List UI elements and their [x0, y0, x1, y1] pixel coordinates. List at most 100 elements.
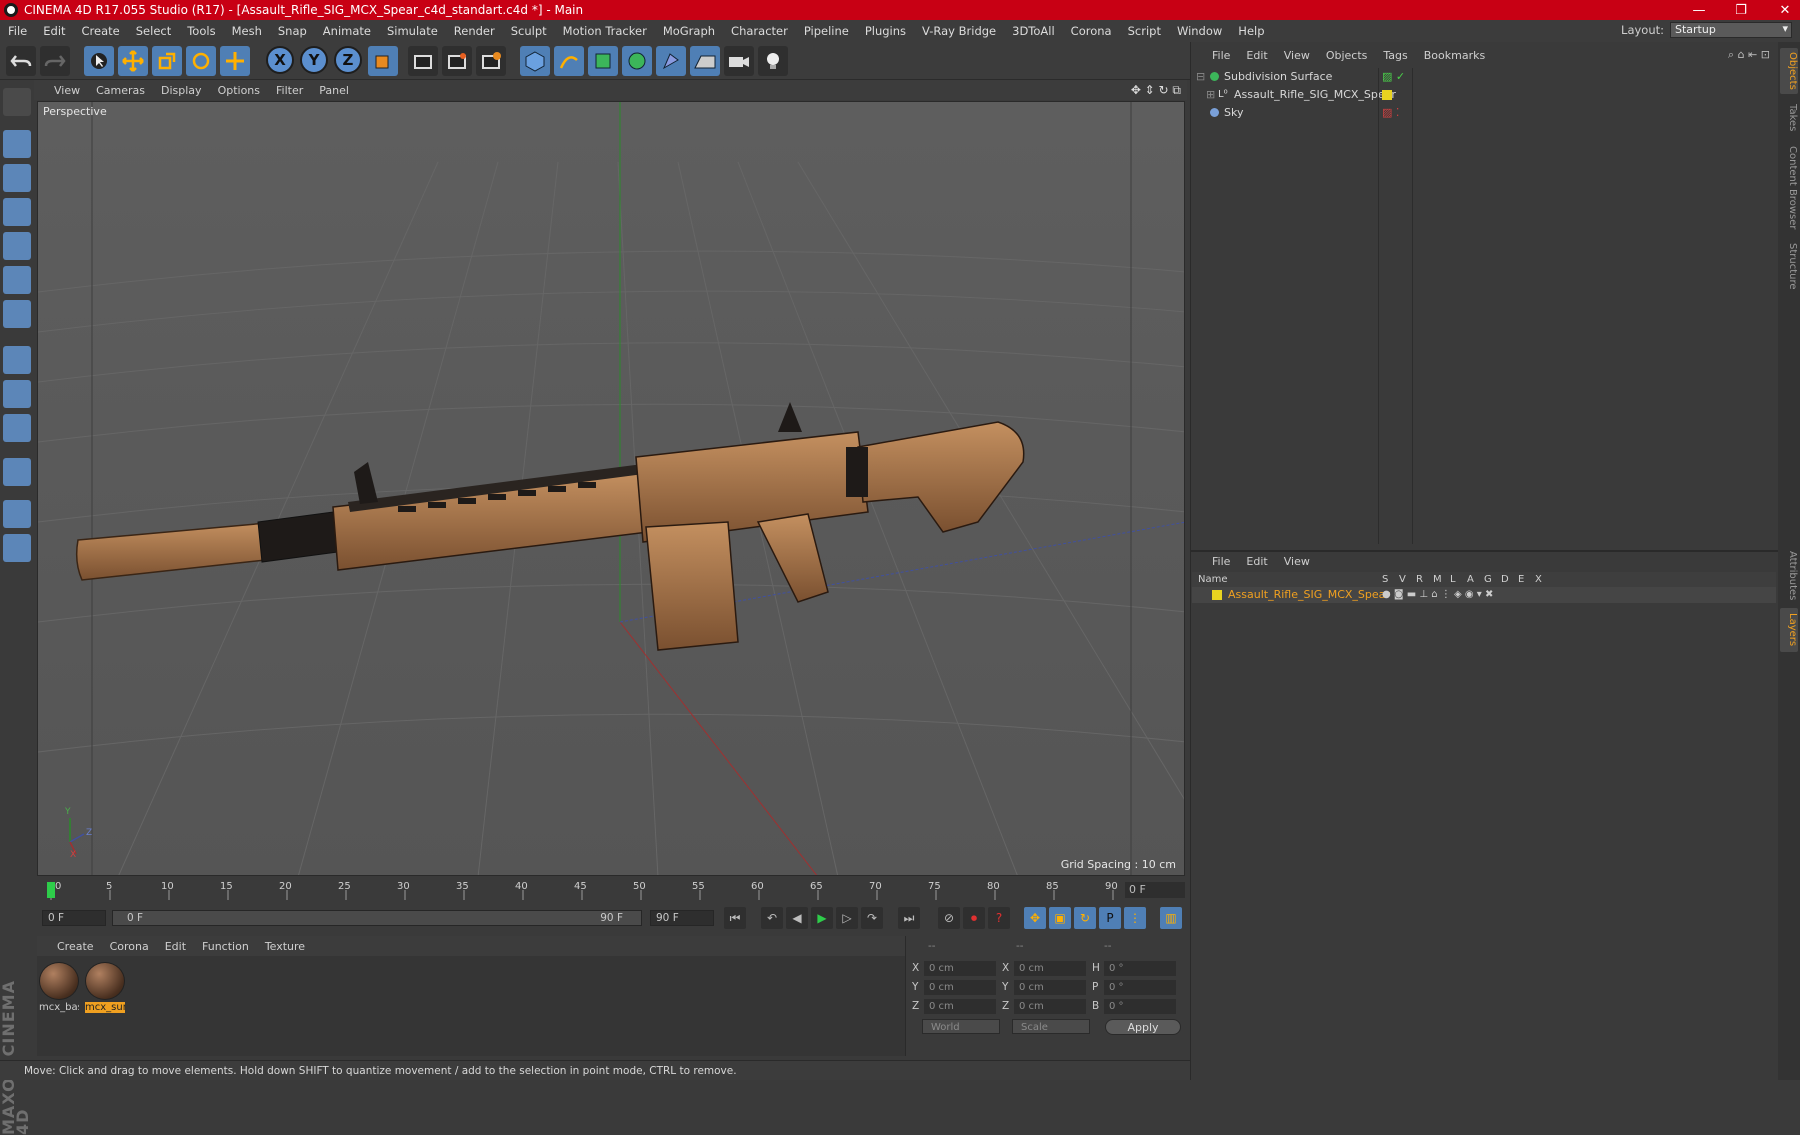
redo-icon[interactable] [40, 46, 70, 76]
close-button[interactable]: ✕ [1762, 0, 1800, 20]
key-rotation-icon[interactable]: ↻ [1074, 907, 1096, 929]
menu-vray-bridge[interactable]: V-Ray Bridge [914, 24, 1004, 38]
material-menu-corona[interactable]: Corona [102, 940, 157, 953]
object-row[interactable]: Sky ▨ ⁚ [1192, 104, 1776, 122]
layer-flag-icons[interactable]: ● ◙ ▬ ⊥ ⌂ ⋮ ◈ ◉ ▾ ✖ [1382, 587, 1493, 603]
coord-pos-x-field[interactable]: 0 cm [924, 961, 996, 976]
floor-icon[interactable] [690, 46, 720, 76]
go-to-end-icon[interactable]: ⏭ [898, 907, 920, 929]
material-menu-create[interactable]: Create [49, 940, 102, 953]
live-selection-icon[interactable] [220, 46, 250, 76]
menu-corona[interactable]: Corona [1063, 24, 1120, 38]
menu-file[interactable]: File [0, 24, 35, 38]
rotate-tool-icon[interactable] [186, 46, 216, 76]
menu-tools[interactable]: Tools [179, 24, 223, 38]
tab-layers[interactable]: Layers [1780, 608, 1798, 652]
menu-help[interactable]: Help [1230, 24, 1272, 38]
polygons-mode-icon[interactable] [3, 300, 31, 328]
workplane-lock-icon[interactable] [3, 500, 31, 528]
coord-size-x-field[interactable]: 0 cm [1014, 961, 1086, 976]
layer-row[interactable]: Assault_Rifle_SIG_MCX_Spear ● ◙ ▬ ⊥ ⌂ ⋮ … [1192, 587, 1776, 603]
menu-edit[interactable]: Edit [35, 24, 73, 38]
tab-content-browser[interactable]: Content Browser [1780, 142, 1798, 234]
om-menu-file[interactable]: File [1204, 49, 1238, 62]
render-settings-icon[interactable] [476, 46, 506, 76]
menu-mograph[interactable]: MoGraph [655, 24, 723, 38]
coord-size-z-field[interactable]: 0 cm [1014, 999, 1086, 1014]
previous-frame-icon[interactable]: ◀ [786, 907, 808, 929]
object-row[interactable]: ⊞ L⁰ Assault_Rifle_SIG_MCX_Spear [1192, 86, 1776, 104]
minimize-button[interactable]: — [1676, 0, 1722, 20]
viewport-nav-icons[interactable]: ✥ ⇕ ↻ ⧉ [1131, 83, 1181, 98]
go-to-start-icon[interactable]: ⏮ [724, 907, 746, 929]
coord-rot-b-field[interactable]: 0 ° [1104, 999, 1176, 1014]
menu-script[interactable]: Script [1120, 24, 1169, 38]
material-swatch[interactable]: mcx_bas [39, 962, 79, 1013]
material-menu-texture[interactable]: Texture [257, 940, 313, 953]
make-editable-icon[interactable] [3, 88, 31, 116]
key-position-icon[interactable]: ✥ [1024, 907, 1046, 929]
om-menu-edit[interactable]: Edit [1238, 49, 1275, 62]
next-frame-icon[interactable]: ▷ [836, 907, 858, 929]
viewport-menu-filter[interactable]: Filter [268, 84, 311, 97]
om-menu-tags[interactable]: Tags [1375, 49, 1415, 62]
object-row[interactable]: ⊟ Subdivision Surface ▨ ✓ [1192, 68, 1776, 86]
coord-size-y-field[interactable]: 0 cm [1014, 980, 1086, 995]
menu-mesh[interactable]: Mesh [224, 24, 270, 38]
menu-render[interactable]: Render [446, 24, 503, 38]
coordinate-system-icon[interactable] [368, 46, 398, 76]
timeline-window-icon[interactable]: ▥ [1160, 907, 1182, 929]
camera-icon[interactable] [724, 46, 754, 76]
restore-button[interactable]: ❐ [1718, 0, 1764, 20]
menu-motion-tracker[interactable]: Motion Tracker [555, 24, 655, 38]
perspective-viewport[interactable]: Y Z X Perspective Grid Spacing : 10 cm [37, 101, 1185, 876]
om-search-home-icons[interactable]: ⌕ ⌂ ⇤ ⊡ [1728, 48, 1770, 62]
menu-window[interactable]: Window [1169, 24, 1230, 38]
tab-objects[interactable]: Objects [1780, 48, 1798, 94]
viewport-menu-view[interactable]: View [46, 84, 88, 97]
layer-color-tag[interactable] [1382, 90, 1392, 100]
autokey-icon[interactable]: ⏺ [963, 907, 985, 929]
layout-dropdown[interactable]: Startup [1670, 22, 1792, 38]
locked-workplane-icon[interactable] [3, 534, 31, 562]
key-parameter-icon[interactable]: P [1099, 907, 1121, 929]
record-keys-icon[interactable]: ⊘ [938, 907, 960, 929]
size-mode-dropdown[interactable]: Scale [1012, 1019, 1090, 1034]
menu-simulate[interactable]: Simulate [379, 24, 446, 38]
menu-sculpt[interactable]: Sculpt [503, 24, 555, 38]
cloner-icon[interactable] [622, 46, 652, 76]
viewport-menu-panel[interactable]: Panel [311, 84, 357, 97]
coord-rot-p-field[interactable]: 0 ° [1104, 980, 1176, 995]
previous-key-icon[interactable]: ↶ [761, 907, 783, 929]
lm-menu-view[interactable]: View [1276, 555, 1318, 568]
frame-range-slider[interactable]: 0 F 90 F [112, 910, 642, 926]
subdivision-surface-icon[interactable] [588, 46, 618, 76]
next-key-icon[interactable]: ↷ [861, 907, 883, 929]
points-mode-icon[interactable] [3, 232, 31, 260]
tab-takes[interactable]: Takes [1780, 98, 1798, 138]
lm-menu-file[interactable]: File [1204, 555, 1238, 568]
material-menu-edit[interactable]: Edit [157, 940, 194, 953]
menu-select[interactable]: Select [128, 24, 179, 38]
coordinate-system-dropdown[interactable]: World [922, 1019, 1000, 1034]
apply-button[interactable]: Apply [1105, 1019, 1181, 1035]
render-view-icon[interactable] [408, 46, 438, 76]
model-mode-icon[interactable] [3, 130, 31, 158]
viewport-menu-display[interactable]: Display [153, 84, 210, 97]
lm-menu-edit[interactable]: Edit [1238, 555, 1275, 568]
visibility-check-icon[interactable]: ▨ ✓ [1382, 68, 1405, 86]
end-frame-field[interactable]: 90 F [650, 910, 714, 926]
om-menu-bookmarks[interactable]: Bookmarks [1416, 49, 1493, 62]
deformer-icon[interactable] [656, 46, 686, 76]
menu-animate[interactable]: Animate [315, 24, 379, 38]
pen-spline-icon[interactable] [554, 46, 584, 76]
coord-pos-z-field[interactable]: 0 cm [924, 999, 996, 1014]
select-tool-icon[interactable] [84, 46, 114, 76]
viewport-menu-cameras[interactable]: Cameras [88, 84, 153, 97]
om-menu-view[interactable]: View [1276, 49, 1318, 62]
menu-snap[interactable]: Snap [270, 24, 315, 38]
tab-attributes[interactable]: Attributes [1780, 546, 1798, 606]
play-icon[interactable]: ▶ [811, 907, 833, 929]
visibility-dots-icon[interactable]: ▨ ⁚ [1382, 104, 1399, 122]
key-scale-icon[interactable]: ▣ [1049, 907, 1071, 929]
